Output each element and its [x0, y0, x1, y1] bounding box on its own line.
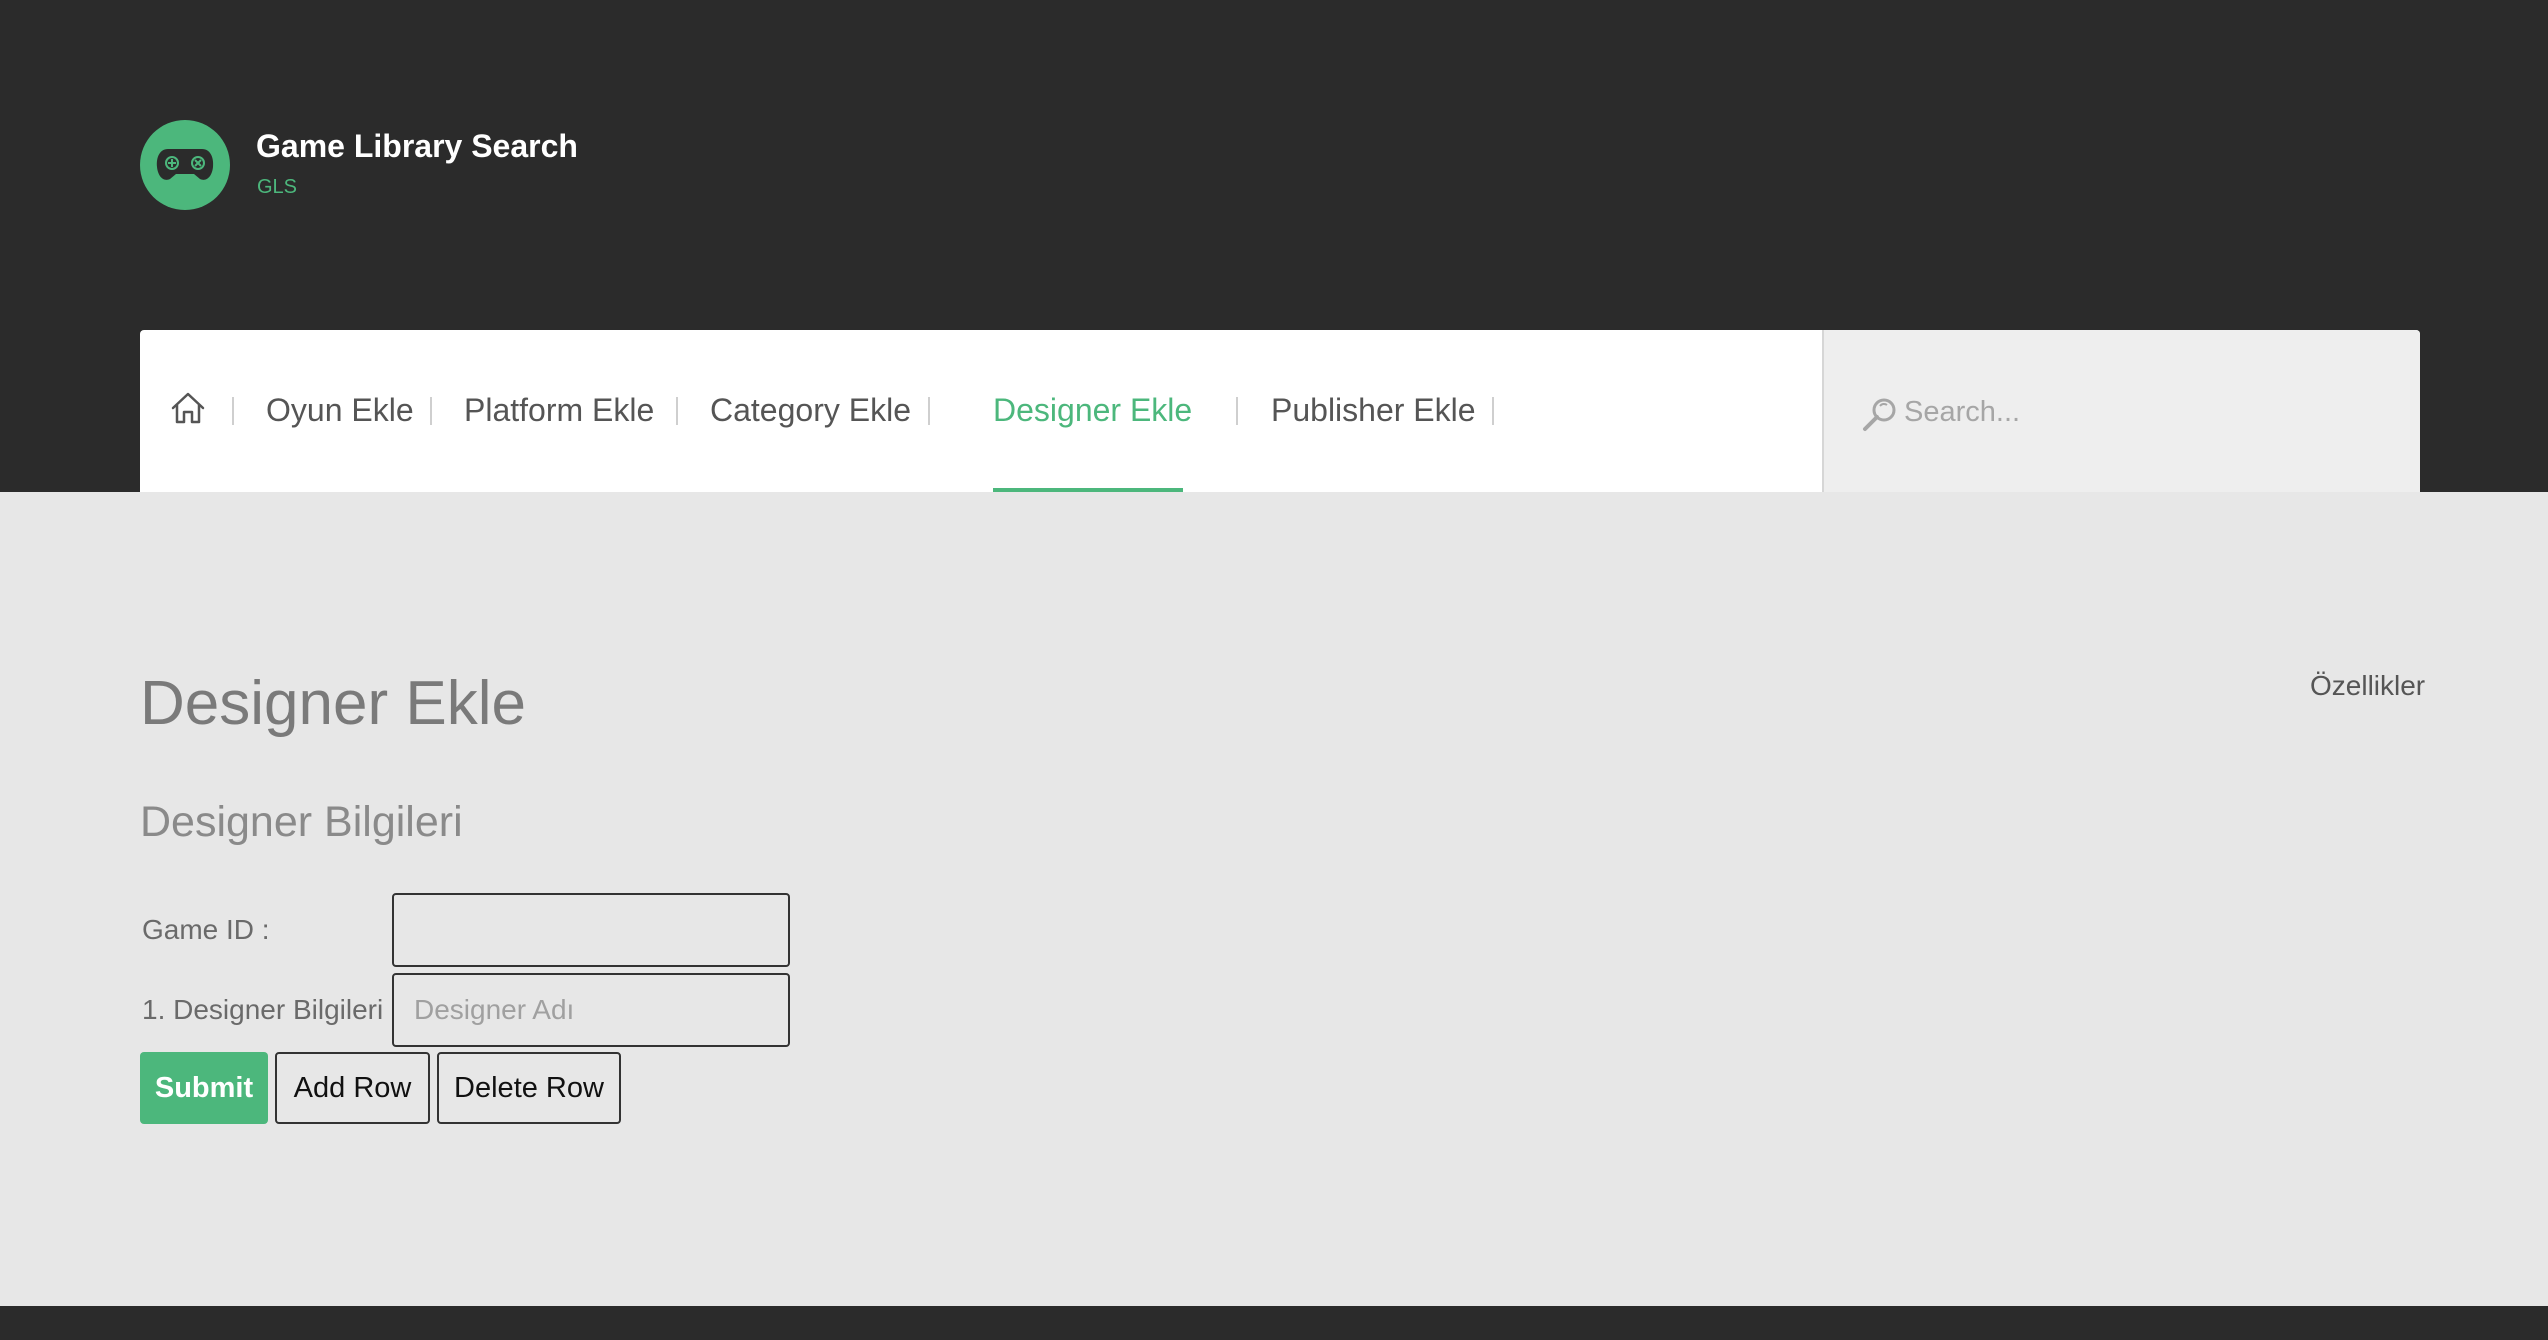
add-row-button[interactable]: Add Row — [275, 1052, 430, 1124]
footer — [0, 1306, 2548, 1340]
main-nav: Oyun Ekle Platform Ekle Category Ekle De… — [140, 330, 2420, 492]
nav-separator — [430, 397, 432, 425]
nav-item-category-ekle[interactable]: Category Ekle — [710, 388, 911, 432]
search-input[interactable] — [1904, 382, 2384, 442]
nav-separator — [232, 397, 234, 425]
delete-row-button[interactable]: Delete Row — [437, 1052, 621, 1124]
designer-label: 1. Designer Bilgileri : — [142, 994, 399, 1025]
nav-separator — [1492, 397, 1494, 425]
nav-separator — [928, 397, 930, 425]
search-icon[interactable] — [1860, 394, 1900, 434]
page-title: Designer Ekle — [140, 669, 526, 738]
search-box — [1822, 330, 2420, 492]
nav-item-publisher-ekle[interactable]: Publisher Ekle — [1271, 388, 1476, 432]
gamepad-icon — [156, 149, 214, 180]
logo[interactable] — [140, 120, 230, 210]
brand-title: Game Library Search — [256, 128, 578, 164]
nav-item-platform-ekle[interactable]: Platform Ekle — [464, 388, 654, 432]
features-link[interactable]: Özellikler — [2310, 670, 2425, 702]
designer-name-input[interactable] — [392, 973, 790, 1047]
nav-home[interactable] — [168, 388, 208, 428]
nav-item-designer-ekle[interactable]: Designer Ekle — [993, 388, 1192, 432]
header: Game Library Search GLS Oyun Ekle Platfo… — [0, 0, 2548, 492]
active-tab-indicator — [993, 488, 1183, 492]
home-icon — [171, 392, 205, 424]
brand-subtitle: GLS — [257, 176, 298, 198]
game-id-label: Game ID : — [142, 914, 270, 945]
nav-item-oyun-ekle[interactable]: Oyun Ekle — [266, 388, 414, 432]
submit-button[interactable]: Submit — [140, 1052, 268, 1124]
nav-separator — [1236, 397, 1238, 425]
section-title: Designer Bilgileri — [140, 798, 463, 846]
nav-separator — [676, 397, 678, 425]
game-id-input[interactable] — [392, 893, 790, 967]
